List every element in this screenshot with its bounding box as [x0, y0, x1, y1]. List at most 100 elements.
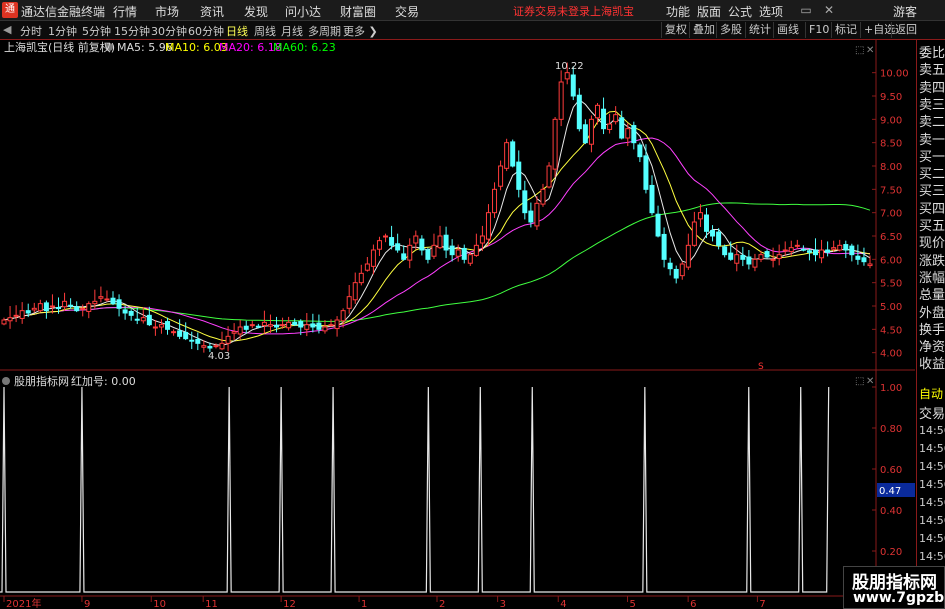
price-tick-label: 7.00 [880, 209, 902, 220]
menu-news[interactable]: 资讯 [200, 3, 224, 20]
kline-chart[interactable]: 10.00 9.50 9.00 8.50 8.00 7.50 7.00 6.50 6.00 5.5… [0, 40, 915, 609]
price-tick-label: 5.50 [880, 279, 902, 290]
menu-layout[interactable]: 版面 [697, 3, 721, 20]
candle-body [280, 324, 286, 327]
candle-body [449, 245, 455, 256]
indicator-expand-icon[interactable]: ⬚ [855, 376, 864, 387]
app-name: 通达信金融终端 [21, 5, 106, 19]
menu-trade[interactable]: 交易 [395, 3, 419, 20]
candle-body [25, 310, 31, 314]
period-multi[interactable]: 多周期 [308, 23, 341, 39]
ma20-line [3, 137, 870, 335]
candle-body [788, 247, 794, 253]
menu-function[interactable]: 功能 [666, 3, 690, 20]
menu-market-quotes[interactable]: 行情 [113, 3, 137, 20]
candle-body [328, 324, 334, 327]
time-tick-label: 2021年 [6, 597, 41, 609]
period-15min[interactable]: 15分钟 [114, 23, 150, 39]
period-30min[interactable]: 30分钟 [151, 23, 187, 39]
trade-login-status[interactable]: 证券交易未登录 [513, 3, 590, 19]
candle-body [92, 300, 98, 305]
toolbar-handle-icon[interactable]: ◀ [3, 23, 11, 36]
close-icon[interactable]: ✕ [820, 2, 838, 18]
candle-body [540, 188, 546, 205]
btn-adjust[interactable]: 复权 [661, 22, 690, 38]
candle-body [637, 144, 643, 158]
candle-body [510, 141, 516, 167]
period-monthly[interactable]: 月线 [281, 23, 303, 39]
current-stock-name: 上海凯宝 [590, 5, 634, 18]
menu-options[interactable]: 选项 [759, 3, 783, 20]
trade-time: 14:56 [919, 478, 945, 491]
indicator-tick-label: 0.20 [880, 547, 902, 558]
candle-body [298, 321, 304, 328]
trade-label[interactable]: 交易 [919, 403, 945, 422]
menu-market[interactable]: 市场 [155, 3, 179, 20]
candle-body [776, 254, 782, 260]
period-daily[interactable]: 日线 [226, 23, 248, 39]
candle-body [189, 339, 195, 342]
candle-body [588, 118, 594, 145]
candle-body [437, 235, 443, 249]
minimize-icon[interactable]: ▭ [797, 2, 815, 18]
current-value: 0.47 [879, 486, 901, 497]
indicator-settings-icon[interactable] [2, 377, 10, 385]
btn-overlay[interactable]: 叠加 [689, 22, 718, 38]
menu-wealth[interactable]: 财富圈 [340, 3, 376, 20]
quote-label: 换手 [919, 322, 945, 338]
candle-body [819, 249, 825, 259]
indicator-close-icon[interactable]: ✕ [866, 376, 874, 387]
candle-body [764, 251, 770, 258]
trade-time: 14:56 [919, 532, 945, 545]
indicator-path [0, 386, 830, 593]
candle-body [504, 142, 510, 169]
candle-body [425, 249, 431, 260]
candle-body [685, 244, 691, 268]
btn-multi-stock[interactable]: 多股 [716, 22, 745, 38]
candle-body [340, 310, 346, 322]
quote-label: 卖一 [919, 132, 945, 148]
candle-body [849, 245, 855, 256]
period-more[interactable]: 更多 ❯ [343, 23, 378, 39]
candle-body [177, 330, 183, 337]
btn-back[interactable]: 返回 [891, 22, 920, 38]
close-panel-icon[interactable]: ✕ [866, 45, 874, 56]
btn-f10[interactable]: F10 [805, 22, 832, 38]
btn-stats[interactable]: 统计 [745, 22, 774, 38]
candle-body [728, 252, 734, 260]
guest-user[interactable]: 游客 [893, 3, 917, 20]
quote-label: 总量 [919, 288, 945, 304]
candle-body [534, 202, 540, 227]
auto-label[interactable]: 自动 [919, 385, 943, 402]
high-price-label: 10.22 [555, 61, 584, 72]
period-weekly[interactable]: 周线 [254, 23, 276, 39]
period-intraday[interactable]: 分时 [20, 23, 42, 39]
quote-label: 涨跌 [919, 253, 945, 269]
time-axis: 2021年 9 10 11 12 1 2 3 4 5 6 7 [3, 596, 766, 609]
menu-discover[interactable]: 发现 [244, 3, 268, 20]
candle-body [401, 253, 407, 260]
candle-body [485, 212, 491, 240]
candle-body [334, 319, 340, 330]
btn-mark[interactable]: 标记 [831, 22, 860, 38]
price-axis: 10.00 9.50 9.00 8.50 8.00 7.50 7.00 6.50 6.00 5.5… [872, 69, 909, 360]
candle-body [7, 317, 13, 322]
trade-time: 14:56 [919, 442, 945, 455]
expand-icon[interactable]: ⬚ [855, 45, 864, 56]
indicator-series-label: 红加号: 0.00 [71, 375, 136, 388]
candle-body [116, 299, 122, 309]
candle-body [183, 331, 189, 340]
candle-body [358, 272, 364, 284]
menu-formula[interactable]: 公式 [728, 3, 752, 20]
btn-draw[interactable]: 画线 [773, 22, 802, 38]
period-60min[interactable]: 60分钟 [188, 23, 224, 39]
period-toolbar: ◀ 分时 1分钟 5分钟 15分钟 30分钟 60分钟 日线 周线 月线 多周期… [0, 21, 945, 40]
price-tick-label: 4.50 [880, 325, 902, 336]
candle-body [49, 305, 55, 308]
menu-ask[interactable]: 问小达 [285, 3, 321, 20]
period-1min[interactable]: 1分钟 [48, 23, 77, 39]
period-5min[interactable]: 5分钟 [82, 23, 111, 39]
candle-body [249, 324, 255, 327]
candle-body [37, 303, 43, 312]
candle-body [631, 125, 637, 144]
